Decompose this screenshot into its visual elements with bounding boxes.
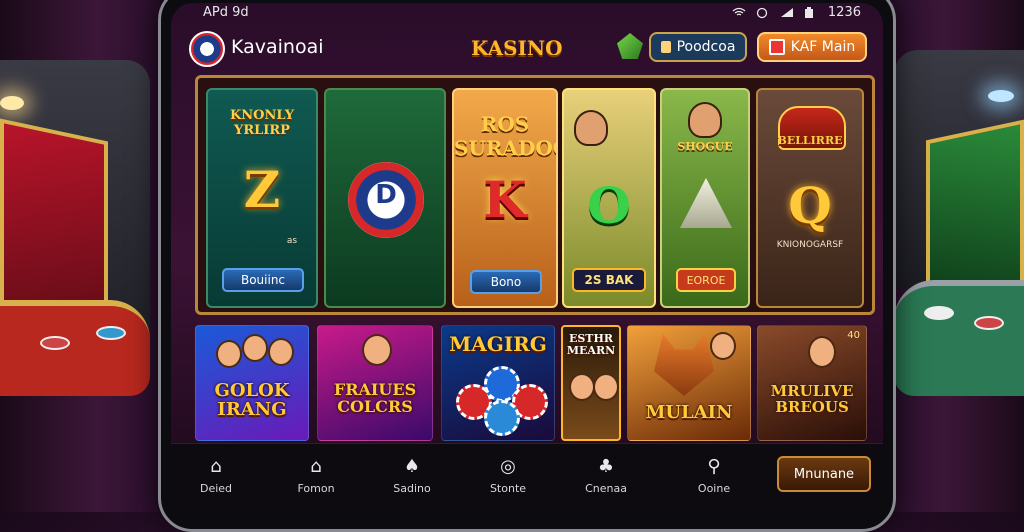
nav-item-cnenaa[interactable]: ♣ Cnenaa [571, 456, 641, 495]
game-title: ESTHR MEARN [566, 332, 616, 357]
vip-icon [768, 39, 785, 55]
game-title: GOLOK IRANG [214, 380, 290, 420]
reel-button[interactable]: Bouiinc [222, 268, 304, 292]
character-icon [268, 338, 294, 366]
featured-slot-banner[interactable]: KNONLY YRLIRP Z as Bouiinc D ROS SURADOO… [195, 75, 875, 315]
reel-symbol: Q [788, 176, 832, 235]
character-icon [574, 110, 608, 146]
status-time: APd 9d [203, 5, 249, 20]
wifi-icon [732, 7, 746, 18]
nav-label: Sadino [393, 482, 431, 495]
lamp [0, 96, 24, 110]
chip-icon [40, 336, 70, 350]
nav-item-sadino[interactable]: ♠ Sadino [377, 456, 447, 495]
game-tile[interactable]: FRAIUES COLCRS [317, 325, 433, 441]
game-title: FRAIUES COLCRS [333, 380, 417, 416]
nav-cta-button[interactable]: Mnunane [777, 456, 871, 492]
character-icon [808, 336, 836, 368]
vip-button[interactable]: KAF Main [757, 32, 867, 62]
page-title: KASINO [471, 36, 563, 60]
deposit-label: Poodcoa [676, 39, 736, 55]
gem-icon[interactable] [617, 33, 643, 59]
game-tile[interactable]: GOLOK IRANG [195, 325, 309, 441]
brand-name[interactable]: Kavainoai [231, 36, 324, 58]
alarm-icon [756, 7, 770, 19]
reel-title: ROS SURADOOONS [454, 112, 556, 160]
chip-icon [924, 306, 954, 320]
game-tile[interactable]: MAGIRG [441, 325, 555, 441]
reel-3: ROS SURADOOONS K Bono [452, 88, 558, 308]
reel-4: O 2S BAK [562, 88, 656, 308]
status-bar: APd 9d 1236 [171, 3, 883, 25]
character-icon [242, 334, 268, 362]
poker-chip-icon: D [348, 162, 424, 238]
tile-badge: 40 [847, 330, 860, 341]
battery-icon [804, 7, 818, 18]
character-icon [710, 332, 736, 360]
wallet-icon [660, 41, 671, 53]
game-title: MAGIRG [449, 332, 547, 356]
game-tiles: GOLOK IRANG FRAIUES COLCRS MAGIRG ESTHR … [195, 325, 875, 441]
reel-title: SHOGUE [677, 140, 733, 153]
brand-logo-icon[interactable] [189, 31, 225, 67]
game-title: MULAIN [645, 402, 733, 423]
character-icon [569, 373, 595, 401]
nav-item-stonte[interactable]: ◎ Stonte [473, 456, 543, 495]
reel-5: SHOGUE EOROE [660, 88, 750, 308]
fox-icon [654, 334, 714, 396]
nav-label: Deied [199, 482, 233, 495]
character-icon [362, 334, 392, 366]
bottom-nav: ⌂ Deied ⌂ Fomon ♠ Sadino ◎ Stonte ♣ Cnen… [171, 443, 883, 515]
nav-item-fomon[interactable]: ⌂ Fomon [281, 456, 351, 495]
chip-symbol: D [375, 180, 397, 210]
deposit-button[interactable]: Poodcoa [649, 32, 747, 62]
app-header: Kavainoai KASINO Poodcoa KAF Main [171, 27, 883, 73]
lamp [988, 90, 1014, 102]
nav-item-deied[interactable]: ⌂ Deied [181, 456, 251, 495]
arcade-machine-right [894, 50, 1024, 309]
game-tile[interactable]: 40 MRULIVE BREOUS [757, 325, 867, 441]
game-tile[interactable]: ESTHR MEARN [561, 325, 621, 441]
reel-2: D [324, 88, 446, 308]
nav-item-ooine[interactable]: ⚲ Ooine [679, 456, 749, 495]
casino-table-right [894, 280, 1024, 396]
reel-sub-label: as [286, 236, 298, 246]
app-screen: APd 9d 1236 Kavainoai KASINO Poodcoa KAF… [171, 3, 883, 515]
cards-icon: ♠ [403, 456, 421, 477]
reel-symbol: K [483, 170, 527, 229]
search-icon: ⚲ [707, 456, 721, 477]
reel-button[interactable]: Bono [470, 270, 542, 294]
reel-title: KNONLY YRLIRP [230, 108, 294, 138]
casino-icon: ♣ [597, 456, 615, 477]
character-icon [688, 102, 722, 138]
reel-sub-label: KNIONOGARSF [776, 240, 844, 250]
game-tile[interactable]: MULAIN [627, 325, 751, 441]
phone-frame: APd 9d 1236 Kavainoai KASINO Poodcoa KAF… [158, 0, 896, 532]
reel-symbol: O [587, 176, 631, 235]
home-icon: ⌂ [210, 456, 222, 477]
nav-label: Stonte [489, 482, 527, 495]
nav-label: Fomon [297, 482, 335, 495]
chip-icon [484, 400, 520, 436]
character-icon [216, 340, 242, 368]
chip-icon [96, 326, 126, 340]
chip-icon: ◎ [500, 456, 516, 477]
nav-label: Cnenaa [585, 482, 627, 495]
nav-label: Ooine [697, 482, 731, 495]
character-icon [593, 373, 619, 401]
reel-1: KNONLY YRLIRP Z as Bouiinc [206, 88, 318, 308]
hat-icon [680, 178, 732, 228]
reel-button[interactable]: EOROE [676, 268, 736, 292]
signal-icon [780, 7, 794, 18]
chip-icon [974, 316, 1004, 330]
casino-table-left [0, 300, 150, 396]
vip-label: KAF Main [790, 39, 856, 55]
reel-button[interactable]: 2S BAK [572, 268, 646, 292]
reel-symbol: Z [243, 160, 281, 219]
status-clock: 1236 [827, 5, 861, 20]
reel-6: BELLIRRE Q KNIONOGARSF [756, 88, 864, 308]
game-title: MRULIVE BREOUS [770, 382, 854, 416]
reel-title: BELLIRRE [777, 134, 843, 147]
house-icon: ⌂ [310, 456, 322, 477]
